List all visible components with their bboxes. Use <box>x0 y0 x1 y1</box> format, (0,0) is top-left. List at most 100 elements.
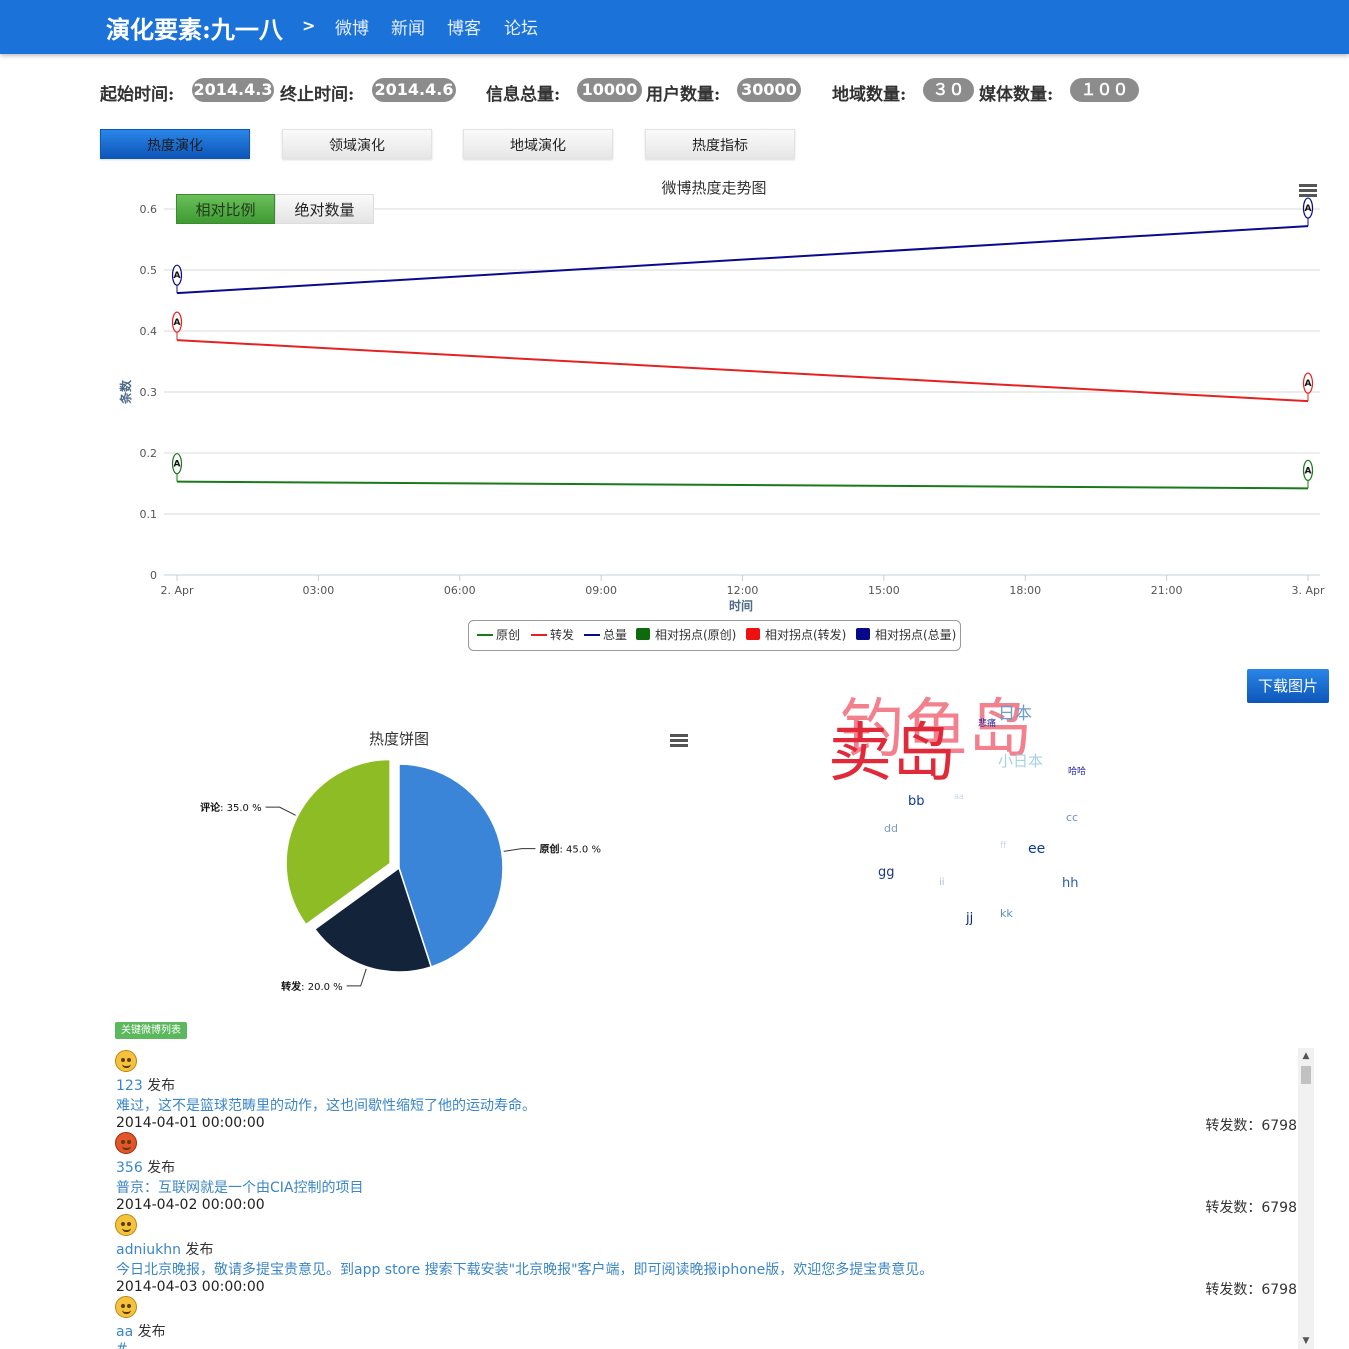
word-cloud-term: 日本 <box>998 704 1032 724</box>
flag-label: A <box>174 318 181 328</box>
chart-menu-icon[interactable] <box>1299 184 1317 198</box>
emoji-mouth <box>122 1146 131 1150</box>
word-cloud-term: 哈哈 <box>1068 767 1087 777</box>
feed-timestamp: 2014-04-03 00:00:00 <box>116 1279 265 1295</box>
heat-pie-chart: 热度饼图原创: 45.0 % 转发: 20.0 % 评论: 35.0 % <box>200 730 601 993</box>
pie-label-name: 原创 <box>539 843 559 856</box>
legend-box-symbol <box>746 628 760 640</box>
pie-label-name: 转发 <box>281 980 302 993</box>
nav-forum[interactable]: 论坛 <box>504 14 538 39</box>
feed-published-label: 发布 <box>180 1242 214 1258</box>
word-cloud-term: ff <box>1000 841 1007 851</box>
nav-weibo[interactable]: 微博 <box>335 14 369 39</box>
legend-item: 转发 <box>550 627 574 642</box>
flag-label: A <box>174 460 181 470</box>
legend-item: 相对拐点(总量) <box>875 627 956 642</box>
feed-timestamp: 2014-04-01 00:00:00 <box>116 1115 265 1131</box>
happy-emoji-icon <box>115 1214 137 1236</box>
feed-message-link[interactable]: 普京：互联网就是一个由CIA控制的项目 <box>116 1177 363 1197</box>
feed-message-link[interactable]: 难过，这不是篮球范畴里的动作，这也间歇性缩短了他的运动寿命。 <box>116 1095 536 1115</box>
x-axis-label: 时间 <box>729 598 753 613</box>
flag-label: A <box>1305 466 1312 476</box>
chart-legend: 原创 转发 总量 相对拐点(原创) 相对拐点(转发) 相对拐点(总量) <box>468 620 961 651</box>
x-tick-label: 09:00 <box>585 584 617 597</box>
regions-badge: ３０ <box>923 78 974 102</box>
pie-label-value: : 35.0 % <box>220 803 261 814</box>
pie-connector <box>346 968 367 987</box>
feed-item: aa 发布 # <box>115 1294 1315 1349</box>
feed-scrollbar[interactable]: ▲ ▼ <box>1298 1048 1314 1349</box>
download-image-button[interactable]: 下载图片 <box>1247 669 1329 703</box>
regions-label: 地域数量: <box>832 85 907 105</box>
word-cloud-term: aa <box>954 792 964 801</box>
pie-connector <box>265 806 296 816</box>
breadcrumb-separator: > <box>302 16 316 35</box>
heat-trend-chart: 微博热度走势图 0 0.1 0.2 0.3 0.4 0.5 0.6 2. Apr 03:00 06:… <box>118 179 1325 651</box>
feed-item: 356 发布 普京：互联网就是一个由CIA控制的项目 2014-04-02 00:0… <box>115 1130 1315 1216</box>
legend-box-symbol <box>856 628 870 640</box>
sad-emoji-icon <box>115 1050 137 1072</box>
feed-author-link[interactable]: aa <box>116 1324 133 1340</box>
happy-emoji-icon <box>115 1296 137 1318</box>
x-tick-label: 15:00 <box>868 584 900 597</box>
word-cloud-term: 小日本 <box>998 752 1044 770</box>
nav-blog[interactable]: 博客 <box>447 14 481 39</box>
x-tick-label: 06:00 <box>444 584 476 597</box>
feed-author-line: adniukhn 发布 <box>116 1239 213 1259</box>
feed-message-link[interactable]: # <box>116 1341 128 1349</box>
angry-emoji-icon <box>115 1132 137 1154</box>
y-tick-label: 0.4 <box>140 325 158 338</box>
start-time-badge: 2014.4.3 <box>192 78 274 102</box>
series-line-原创 <box>176 480 1309 490</box>
tab-heat-index[interactable]: 热度指标 <box>645 129 795 159</box>
scroll-up-icon[interactable]: ▲ <box>1298 1048 1314 1064</box>
y-tick-label: 0.1 <box>140 508 158 521</box>
x-tick-label: 3. Apr <box>1291 584 1324 597</box>
x-tick-label: 03:00 <box>303 584 335 597</box>
flag-label: A <box>1305 379 1312 389</box>
y-axis-label: 条数 <box>118 379 133 405</box>
top-navbar: 演化要素:九一八 > 微博 新闻 博客 论坛 <box>0 0 1349 54</box>
absolute-count-button[interactable]: 绝对数量 <box>275 194 374 224</box>
legend-item: 相对拐点(原创) <box>655 627 736 642</box>
feed-item: adniukhn 发布 今日北京晚报，敬请多提宝贵意见。到app store 搜索… <box>115 1212 1315 1298</box>
pie-label-value: : 20.0 % <box>301 982 343 993</box>
feed-item: 123 发布 难过，这不是篮球范畴里的动作，这也间歇性缩短了他的运动寿命。 2014… <box>115 1048 1315 1134</box>
pie-data-label: 转发: 20.0 % <box>281 980 343 993</box>
y-tick-label: 0.3 <box>140 386 158 399</box>
word-cloud-term: ii <box>939 877 945 888</box>
start-time-label: 起始时间: <box>100 85 175 105</box>
total-label: 信息总量: <box>486 85 561 105</box>
media-label: 媒体数量: <box>979 85 1054 105</box>
feed-message-link[interactable]: 今日北京晚报，敬请多提宝贵意见。到app store 搜索下载安装"北京晚报"客… <box>116 1259 933 1279</box>
feed-author-line: aa 发布 <box>116 1321 166 1341</box>
tab-domain-evolution[interactable]: 领域演化 <box>282 129 432 159</box>
y-tick-label: 0.2 <box>140 447 158 460</box>
tab-region-evolution[interactable]: 地域演化 <box>463 129 613 159</box>
feed-author-link[interactable]: 356 <box>116 1160 143 1176</box>
word-cloud-term: ee <box>1028 841 1046 857</box>
end-time-badge: 2014.4.6 <box>372 78 456 102</box>
flag-label: A <box>1305 204 1312 214</box>
feed-author-link[interactable]: adniukhn <box>116 1242 181 1258</box>
media-badge: １００ <box>1070 78 1139 102</box>
pie-label-name: 评论 <box>200 801 221 814</box>
word-cloud-term: gg <box>878 865 895 880</box>
scroll-down-icon[interactable]: ▼ <box>1298 1333 1314 1349</box>
feed-timestamp: 2014-04-02 00:00:00 <box>116 1197 265 1213</box>
feed-author-link[interactable]: 123 <box>116 1078 143 1094</box>
word-cloud-term: cc <box>1066 811 1079 824</box>
end-time-label: 终止时间: <box>280 85 355 105</box>
feed-author-line: 123 发布 <box>116 1075 175 1095</box>
scrollbar-thumb[interactable] <box>1301 1066 1311 1084</box>
legend-item: 总量 <box>603 628 627 642</box>
nav-news[interactable]: 新闻 <box>391 14 425 39</box>
page-title: 演化要素:九一八 <box>106 15 283 44</box>
key-weibo-list-badge: 关键微博列表 <box>115 1022 187 1039</box>
pie-connector <box>503 848 536 852</box>
tab-heat-evolution[interactable]: 热度演化 <box>100 129 250 159</box>
relative-ratio-button[interactable]: 相对比例 <box>176 194 275 224</box>
pie-menu-icon[interactable] <box>670 734 688 748</box>
legend-item: 原创 <box>496 628 520 642</box>
word-cloud-term: jj <box>966 911 974 926</box>
